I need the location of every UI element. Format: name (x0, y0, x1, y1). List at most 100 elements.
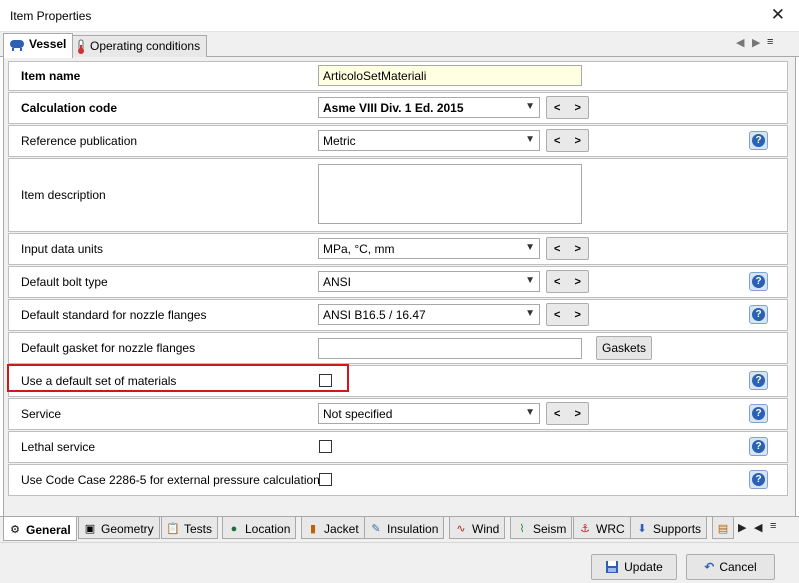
calculation-code-select[interactable]: Asme VIII Div. 1 Ed. 2015 ▼ (318, 97, 540, 118)
default-standard-value: ANSI B16.5 / 16.47 (323, 308, 426, 322)
default-gasket-input[interactable] (318, 338, 582, 359)
next-button[interactable]: > (575, 102, 581, 114)
seism-icon: ⌇ (519, 522, 525, 535)
code-case-checkbox[interactable] (319, 473, 332, 486)
input-data-units-value: MPa, °C, mm (323, 242, 395, 256)
gaskets-button[interactable]: Gaskets (596, 336, 652, 360)
tab-supports-label: Supports (653, 521, 702, 536)
service-label: Service (21, 407, 62, 421)
help-icon: ? (752, 308, 765, 321)
tab-scroll-prev-icon[interactable]: ◀ (754, 521, 762, 534)
tab-jacket[interactable]: ▮ Jacket (301, 517, 365, 539)
chevron-down-icon: ▼ (525, 134, 535, 145)
calculation-code-nav: < > (546, 96, 589, 119)
lethal-service-checkbox[interactable] (319, 440, 332, 453)
row-reference-publication: Reference publication Metric ▼ < > ? (8, 125, 788, 157)
properties-panel: Item name ArticoloSetMateriali Calculati… (3, 57, 796, 516)
help-button[interactable]: ? (749, 305, 768, 324)
tab-operating-conditions[interactable]: Operating conditions (70, 35, 208, 57)
help-button[interactable]: ? (749, 131, 768, 150)
row-lethal-service: Lethal service ? (8, 431, 788, 463)
prev-button[interactable]: < (554, 102, 560, 114)
default-bolt-type-label: Default bolt type (21, 275, 108, 289)
row-calculation-code: Calculation code Asme VIII Div. 1 Ed. 20… (8, 92, 788, 124)
tab-scroll-next-icon[interactable]: ▶ (738, 521, 746, 534)
calculation-code-label: Calculation code (21, 101, 118, 115)
tab-insulation[interactable]: ✎ Insulation (364, 517, 445, 539)
vessel-icon (10, 40, 24, 51)
chevron-down-icon: ▼ (525, 101, 535, 112)
prev-button[interactable]: < (554, 276, 560, 288)
help-icon: ? (752, 275, 765, 288)
next-button[interactable]: > (575, 408, 581, 420)
chevron-down-icon: ▼ (525, 275, 535, 286)
default-standard-select[interactable]: ANSI B16.5 / 16.47 ▼ (318, 304, 540, 325)
help-icon: ? (752, 374, 765, 387)
row-default-gasket: Default gasket for nozzle flanges Gasket… (8, 332, 788, 364)
tab-location[interactable]: ● Location (222, 517, 297, 539)
tab-supports[interactable]: ⬇ Supports (630, 517, 708, 539)
clipboard-icon: 📋 (166, 522, 180, 535)
use-default-materials-checkbox[interactable] (319, 374, 332, 387)
service-value: Not specified (323, 407, 393, 421)
tab-seism[interactable]: ⌇ Seism (510, 517, 573, 539)
tab-geometry[interactable]: ▣ Geometry (78, 517, 160, 539)
jacket-icon: ▮ (309, 522, 317, 535)
tab-prev-icon[interactable]: ◀ (736, 36, 744, 49)
prev-button[interactable]: < (554, 309, 560, 321)
lethal-service-label: Lethal service (21, 440, 96, 454)
item-name-input[interactable]: ArticoloSetMateriali (318, 65, 582, 86)
pencil-icon: ✎ (371, 522, 381, 535)
help-icon: ? (752, 473, 765, 486)
tab-vessel[interactable]: Vessel (3, 33, 74, 58)
tab-scroll-menu-icon[interactable]: ≡ (770, 520, 776, 532)
default-standard-label: Default standard for nozzle flanges (21, 308, 207, 322)
help-button[interactable]: ? (749, 470, 768, 489)
tab-more[interactable]: ▤ (712, 517, 734, 539)
reference-publication-nav: < > (546, 129, 589, 152)
reference-publication-label: Reference publication (21, 134, 138, 148)
help-button[interactable]: ? (749, 371, 768, 390)
help-button[interactable]: ? (749, 272, 768, 291)
help-icon: ? (752, 440, 765, 453)
update-button[interactable]: Update (591, 554, 677, 580)
tab-general-label: General (26, 522, 71, 537)
tab-general[interactable]: ⚙ General (3, 517, 77, 541)
tab-wrc[interactable]: ⚓ WRC (573, 517, 631, 539)
globe-icon: ● (230, 522, 238, 535)
row-code-case: Use Code Case 2286-5 for external pressu… (8, 464, 788, 496)
service-select[interactable]: Not specified ▼ (318, 403, 540, 424)
help-button[interactable]: ? (749, 437, 768, 456)
next-button[interactable]: > (575, 309, 581, 321)
service-nav: < > (546, 402, 589, 425)
next-button[interactable]: > (575, 135, 581, 147)
tab-next-icon[interactable]: ▶ (752, 36, 760, 49)
prev-button[interactable]: < (554, 135, 560, 147)
next-button[interactable]: > (575, 276, 581, 288)
tab-tests[interactable]: 📋 Tests (161, 517, 219, 539)
tab-tests-label: Tests (184, 521, 213, 536)
item-description-textarea[interactable] (318, 164, 582, 224)
reference-publication-value: Metric (323, 134, 356, 148)
close-icon[interactable]: ✕ (771, 5, 785, 25)
tab-operating-conditions-label: Operating conditions (90, 39, 201, 53)
window-title: Item Properties (10, 9, 92, 23)
thermometer-icon (78, 39, 84, 54)
calculation-code-value: Asme VIII Div. 1 Ed. 2015 (323, 101, 464, 115)
tab-menu-icon[interactable]: ≡ (767, 36, 773, 48)
input-data-units-select[interactable]: MPa, °C, mm ▼ (318, 238, 540, 259)
reference-publication-select[interactable]: Metric ▼ (318, 130, 540, 151)
chevron-down-icon: ▼ (525, 242, 535, 253)
item-name-label: Item name (21, 69, 81, 83)
help-button[interactable]: ? (749, 404, 768, 423)
help-icon: ? (752, 407, 765, 420)
default-bolt-type-select[interactable]: ANSI ▼ (318, 271, 540, 292)
next-button[interactable]: > (575, 243, 581, 255)
prev-button[interactable]: < (554, 408, 560, 420)
tab-insulation-label: Insulation (387, 521, 439, 536)
item-description-label: Item description (21, 188, 106, 202)
tab-wind[interactable]: ∿ Wind (449, 517, 506, 539)
prev-button[interactable]: < (554, 243, 560, 255)
cancel-button[interactable]: ↶ Cancel (686, 554, 775, 580)
cube-icon: ▣ (84, 522, 96, 535)
